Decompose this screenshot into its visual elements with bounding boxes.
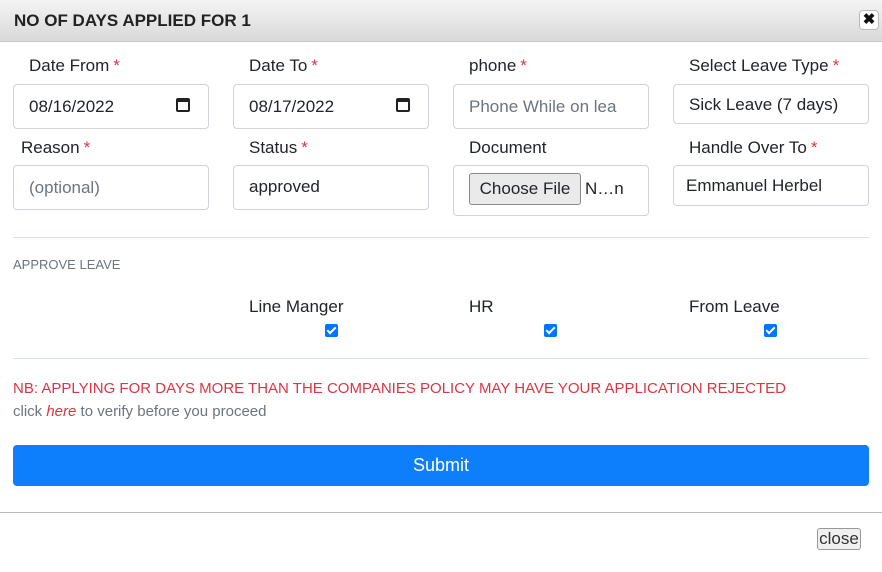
date-to-input[interactable]: 08/17/2022 <box>233 84 429 129</box>
submit-button[interactable]: Submit <box>13 445 869 486</box>
calendar-icon[interactable] <box>396 98 410 112</box>
close-icon[interactable]: ✖ <box>859 10 879 30</box>
divider <box>13 358 869 359</box>
divider <box>13 237 869 238</box>
status-label: Status * <box>249 138 308 157</box>
leave-type-select[interactable]: Sick Leave (7 days) <box>673 84 869 124</box>
from-leave-label: From Leave <box>689 297 780 316</box>
policy-warning: NB: APPLYING FOR DAYS MORE THAN THE COMP… <box>13 380 786 397</box>
close-button[interactable]: close <box>817 528 861 550</box>
date-from-input[interactable]: 08/16/2022 <box>13 84 209 129</box>
reason-label: Reason * <box>21 138 91 157</box>
handle-over-label: Handle Over To * <box>689 138 818 157</box>
line-manager-label: Line Manger <box>249 297 344 316</box>
choose-file-button[interactable]: Choose File <box>469 173 581 205</box>
line-manager-checkbox[interactable] <box>325 324 338 337</box>
from-leave-checkbox[interactable] <box>764 324 777 337</box>
dialog-header: NO OF DAYS APPLIED FOR 1 ✖ <box>0 0 882 42</box>
document-file-input[interactable]: Choose File N…n <box>453 165 649 216</box>
phone-input[interactable]: Phone While on lea <box>453 84 649 129</box>
approve-leave-title: APPROVE LEAVE <box>13 257 121 272</box>
verify-link[interactable]: here <box>46 403 76 420</box>
phone-label: phone * <box>469 56 527 75</box>
dialog-title: NO OF DAYS APPLIED FOR 1 <box>14 11 251 30</box>
footer-divider <box>0 512 882 513</box>
hr-checkbox[interactable] <box>544 324 557 337</box>
date-from-label: Date From * <box>29 56 120 75</box>
status-input[interactable]: approved <box>233 165 429 210</box>
verify-notice: click here to verify before you proceed <box>13 403 267 420</box>
document-label: Document <box>469 138 547 157</box>
calendar-icon[interactable] <box>176 98 190 112</box>
leave-type-label: Select Leave Type * <box>689 56 840 75</box>
date-to-label: Date To * <box>249 56 318 75</box>
hr-label: HR <box>469 297 494 316</box>
reason-input[interactable]: (optional) <box>13 165 209 210</box>
handle-over-input[interactable]: Emmanuel Herbel <box>673 165 869 206</box>
file-name: N…n <box>585 179 624 198</box>
